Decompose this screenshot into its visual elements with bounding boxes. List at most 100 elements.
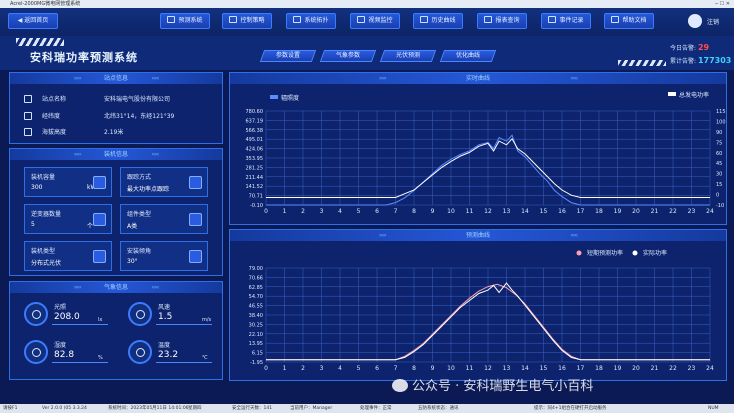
nav-label: 视频监控 bbox=[368, 17, 393, 24]
x-tick-label: 22 bbox=[669, 208, 677, 215]
weather-humidity: 湿度 82.8% bbox=[24, 340, 112, 366]
x-tick-label: 1 bbox=[283, 365, 287, 372]
x-tick-label: 5 bbox=[357, 208, 361, 215]
x-tick-label: 10 bbox=[447, 365, 455, 372]
x-tick-label: 19 bbox=[614, 365, 622, 372]
nav-forecast-button[interactable]: 预测系统 bbox=[160, 13, 210, 29]
weather-label: 光照 bbox=[54, 304, 67, 311]
tab-label: 优化曲线 bbox=[455, 52, 480, 59]
home-icon bbox=[24, 95, 32, 103]
status-item: 系统时间：2023年05月11日 14:01:06 bbox=[108, 406, 189, 411]
y2-tick-label: 45 bbox=[716, 161, 722, 167]
decor-stripes-right bbox=[618, 60, 666, 66]
nav-topology-button[interactable]: 系统拓扑 bbox=[286, 13, 336, 29]
y-tick-label: 54.70 bbox=[249, 294, 263, 300]
tracking-icon bbox=[189, 176, 202, 189]
tab-params[interactable]: 参数设置 bbox=[259, 50, 317, 62]
y-tick-label: -1.95 bbox=[250, 360, 263, 366]
y-tick-label: 70.71 bbox=[249, 194, 263, 200]
alarm-today: 今日告警: 29 bbox=[670, 43, 709, 52]
weather-unit: ℃ bbox=[202, 355, 208, 361]
x-tick-label: 15 bbox=[540, 365, 548, 372]
thermometer-icon bbox=[128, 340, 152, 364]
window-title: Acrel-2000MG微电网管理系统 bbox=[10, 1, 81, 7]
weather-label: 风速 bbox=[158, 304, 171, 311]
x-tick-label: 14 bbox=[521, 208, 529, 215]
y-tick-label: 30.25 bbox=[249, 322, 263, 328]
x-tick-label: 16 bbox=[558, 365, 566, 372]
install-card-type: 装机类型 分布式光伏 bbox=[24, 241, 112, 271]
x-tick-label: 0 bbox=[264, 208, 268, 215]
help-icon bbox=[611, 16, 620, 23]
station-row: 经纬度 北纬31°14，东经121°39 bbox=[24, 111, 174, 120]
weather-wind: 风速 1.5 m/s bbox=[128, 302, 216, 328]
x-tick-label: 22 bbox=[669, 365, 677, 372]
nav-label: 报表查询 bbox=[495, 17, 520, 24]
back-home-button[interactable]: ◀ 返回首页 bbox=[8, 13, 58, 29]
x-tick-label: 0 bbox=[264, 365, 268, 372]
chart-title: 预测曲线 bbox=[465, 232, 490, 239]
nav-label: 预测系统 bbox=[178, 17, 203, 24]
y-tick-label: 566.38 bbox=[246, 128, 264, 134]
logout-button[interactable]: 注销 bbox=[707, 17, 719, 26]
x-tick-label: 16 bbox=[558, 208, 566, 215]
x-tick-label: 1 bbox=[283, 208, 287, 215]
x-tick-label: 20 bbox=[632, 208, 640, 215]
status-item: NUM bbox=[708, 406, 719, 411]
x-tick-label: 23 bbox=[688, 208, 696, 215]
card-label: 装机容量 bbox=[31, 174, 56, 181]
droplet-icon bbox=[24, 340, 48, 364]
y-tick-label: 13.95 bbox=[249, 341, 263, 347]
legend-swatch bbox=[632, 250, 638, 256]
y-tick-label: 38.40 bbox=[249, 313, 263, 319]
x-tick-label: 2 bbox=[301, 365, 305, 372]
x-tick-label: 4 bbox=[338, 365, 342, 372]
window-controls[interactable]: ─ ☐ ✕ bbox=[715, 0, 730, 8]
x-tick-label: 17 bbox=[577, 208, 585, 215]
tab-weather-params[interactable]: 气象参数 bbox=[319, 50, 377, 62]
card-value: 300 bbox=[31, 184, 43, 191]
y-tick-label: 211.44 bbox=[246, 175, 264, 181]
status-item: Ver 2.0.0 (05 3.3.24 bbox=[42, 406, 87, 411]
y-tick-label: 70.66 bbox=[249, 275, 263, 281]
card-value: 5 bbox=[31, 221, 35, 228]
panel-header: ››››› 装机信息 ‹‹‹‹‹ bbox=[10, 149, 222, 160]
y2-tick-label: 75 bbox=[716, 140, 722, 146]
nav-label: 控制策略 bbox=[240, 17, 265, 24]
y2-tick-label: 0 bbox=[716, 193, 719, 199]
user-avatar-icon[interactable] bbox=[688, 14, 702, 28]
x-tick-label: 13 bbox=[503, 208, 511, 215]
x-tick-label: 9 bbox=[431, 365, 435, 372]
card-value: 最大功率点跟踪 bbox=[127, 186, 170, 193]
x-tick-label: 8 bbox=[412, 208, 416, 215]
nav-video-button[interactable]: 视频监控 bbox=[350, 13, 400, 29]
chart-title: 实时曲线 bbox=[465, 75, 490, 82]
nav-help-button[interactable]: 帮助文档 bbox=[604, 13, 654, 29]
x-tick-label: 8 bbox=[412, 365, 416, 372]
weather-unit: m/s bbox=[202, 317, 212, 323]
weather-light: 光照 208.0 lx bbox=[24, 302, 112, 328]
panel-header: ››››› 气象信息 ‹‹‹‹‹ bbox=[10, 282, 222, 293]
nav-report-button[interactable]: 报表查询 bbox=[477, 13, 527, 29]
install-info-panel: ››››› 装机信息 ‹‹‹‹‹ 装机容量 300 kW 跟踪方式 最大功率点跟踪 逆变器… bbox=[9, 148, 223, 276]
install-card-inverters: 逆变器数量 5 个 bbox=[24, 204, 112, 234]
x-tick-label: 5 bbox=[357, 365, 361, 372]
status-item: 星期四 bbox=[188, 406, 202, 411]
fan-icon bbox=[128, 302, 152, 326]
y-tick-label: 637.19 bbox=[246, 118, 264, 124]
x-tick-label: 24 bbox=[706, 365, 714, 372]
nav-label: 帮助文档 bbox=[622, 17, 647, 24]
nav-history-button[interactable]: 历史曲线 bbox=[413, 13, 463, 29]
x-tick-label: 12 bbox=[484, 208, 492, 215]
nav-strategy-button[interactable]: 控制策略 bbox=[222, 13, 272, 29]
forecast-chart-panel: ››››› 预测曲线 ‹‹‹‹‹ 79.00 70.66 62.85 54.70 46.55… bbox=[229, 229, 727, 381]
tab-pv-forecast[interactable]: 光伏预测 bbox=[379, 50, 437, 62]
tab-optimize-curve[interactable]: 优化曲线 bbox=[439, 50, 497, 62]
top-navbar: ◀ 返回首页 预测系统 控制策略 系统拓扑 视频监控 历史曲线 报表查询 事件记… bbox=[0, 8, 734, 36]
panel-header: ››››› 实时曲线 ‹‹‹‹‹ bbox=[230, 73, 726, 84]
weather-info-panel: ››››› 气象信息 ‹‹‹‹‹ 光照 208.0 lx 风速 1.5 m/s 湿度 82.8… bbox=[9, 281, 223, 380]
x-tick-label: 18 bbox=[595, 208, 603, 215]
y-tick-label: -0.10 bbox=[250, 203, 263, 209]
x-tick-label: 23 bbox=[688, 365, 696, 372]
nav-events-button[interactable]: 事件记录 bbox=[541, 13, 591, 29]
